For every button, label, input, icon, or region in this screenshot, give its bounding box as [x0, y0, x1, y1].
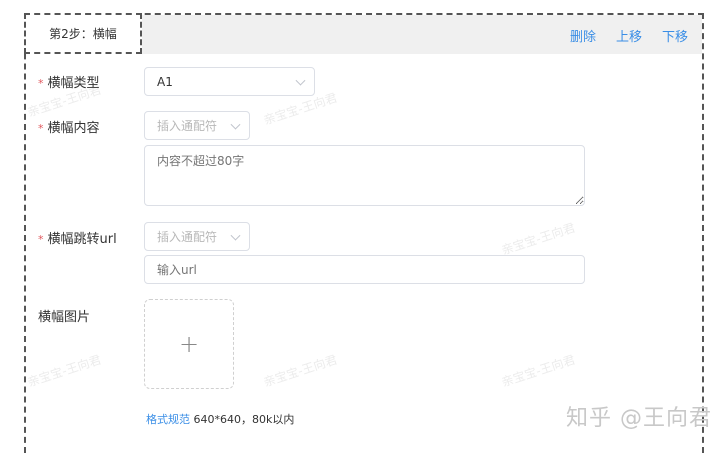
chevron-down-icon	[230, 230, 241, 241]
image-hint-text: 640*640，80k以内	[193, 413, 295, 426]
banner-url-label-text: 横幅跳转url	[47, 232, 117, 247]
banner-url-label: * 横幅跳转url	[38, 228, 117, 247]
banner-image-label: 横幅图片	[38, 310, 91, 325]
step-header: 第2步：横幅 删除 上移 下移	[24, 13, 702, 54]
image-hint: 格式规范 640*640，80k以内	[146, 411, 294, 427]
plus-icon: +	[178, 330, 200, 358]
site-watermark: 知乎 @王向君	[566, 406, 712, 431]
move-down-button[interactable]: 下移	[662, 26, 688, 45]
url-wildcard-select[interactable]: 插入通配符	[144, 222, 250, 251]
banner-type-select[interactable]: A1	[144, 67, 315, 96]
banner-url-input[interactable]	[144, 255, 585, 284]
step-card: 第2步：横幅 删除 上移 下移	[24, 13, 704, 453]
wildcard-placeholder: 插入通配符	[157, 230, 218, 244]
format-spec-link[interactable]: 格式规范	[146, 413, 190, 426]
image-upload[interactable]: +	[144, 299, 234, 389]
required-icon: *	[38, 233, 44, 246]
banner-type-value: A1	[157, 74, 173, 89]
banner-type-label-text: 横幅类型	[47, 76, 100, 91]
delete-button[interactable]: 删除	[570, 26, 596, 45]
content-wildcard-select[interactable]: 插入通配符	[144, 111, 250, 140]
banner-content-label: * 横幅内容	[38, 117, 100, 136]
banner-type-label: * 横幅类型	[38, 72, 100, 91]
banner-content-textarea[interactable]	[144, 145, 585, 206]
step-tab-label: 第2步：横幅	[49, 27, 117, 41]
chevron-down-icon	[230, 119, 241, 130]
step-tab[interactable]: 第2步：横幅	[24, 13, 142, 54]
banner-content-label-text: 横幅内容	[47, 121, 100, 136]
required-icon: *	[38, 77, 44, 90]
chevron-down-icon	[295, 75, 306, 86]
wildcard-placeholder: 插入通配符	[157, 119, 218, 133]
required-icon: *	[38, 122, 44, 135]
move-up-button[interactable]: 上移	[616, 26, 642, 45]
